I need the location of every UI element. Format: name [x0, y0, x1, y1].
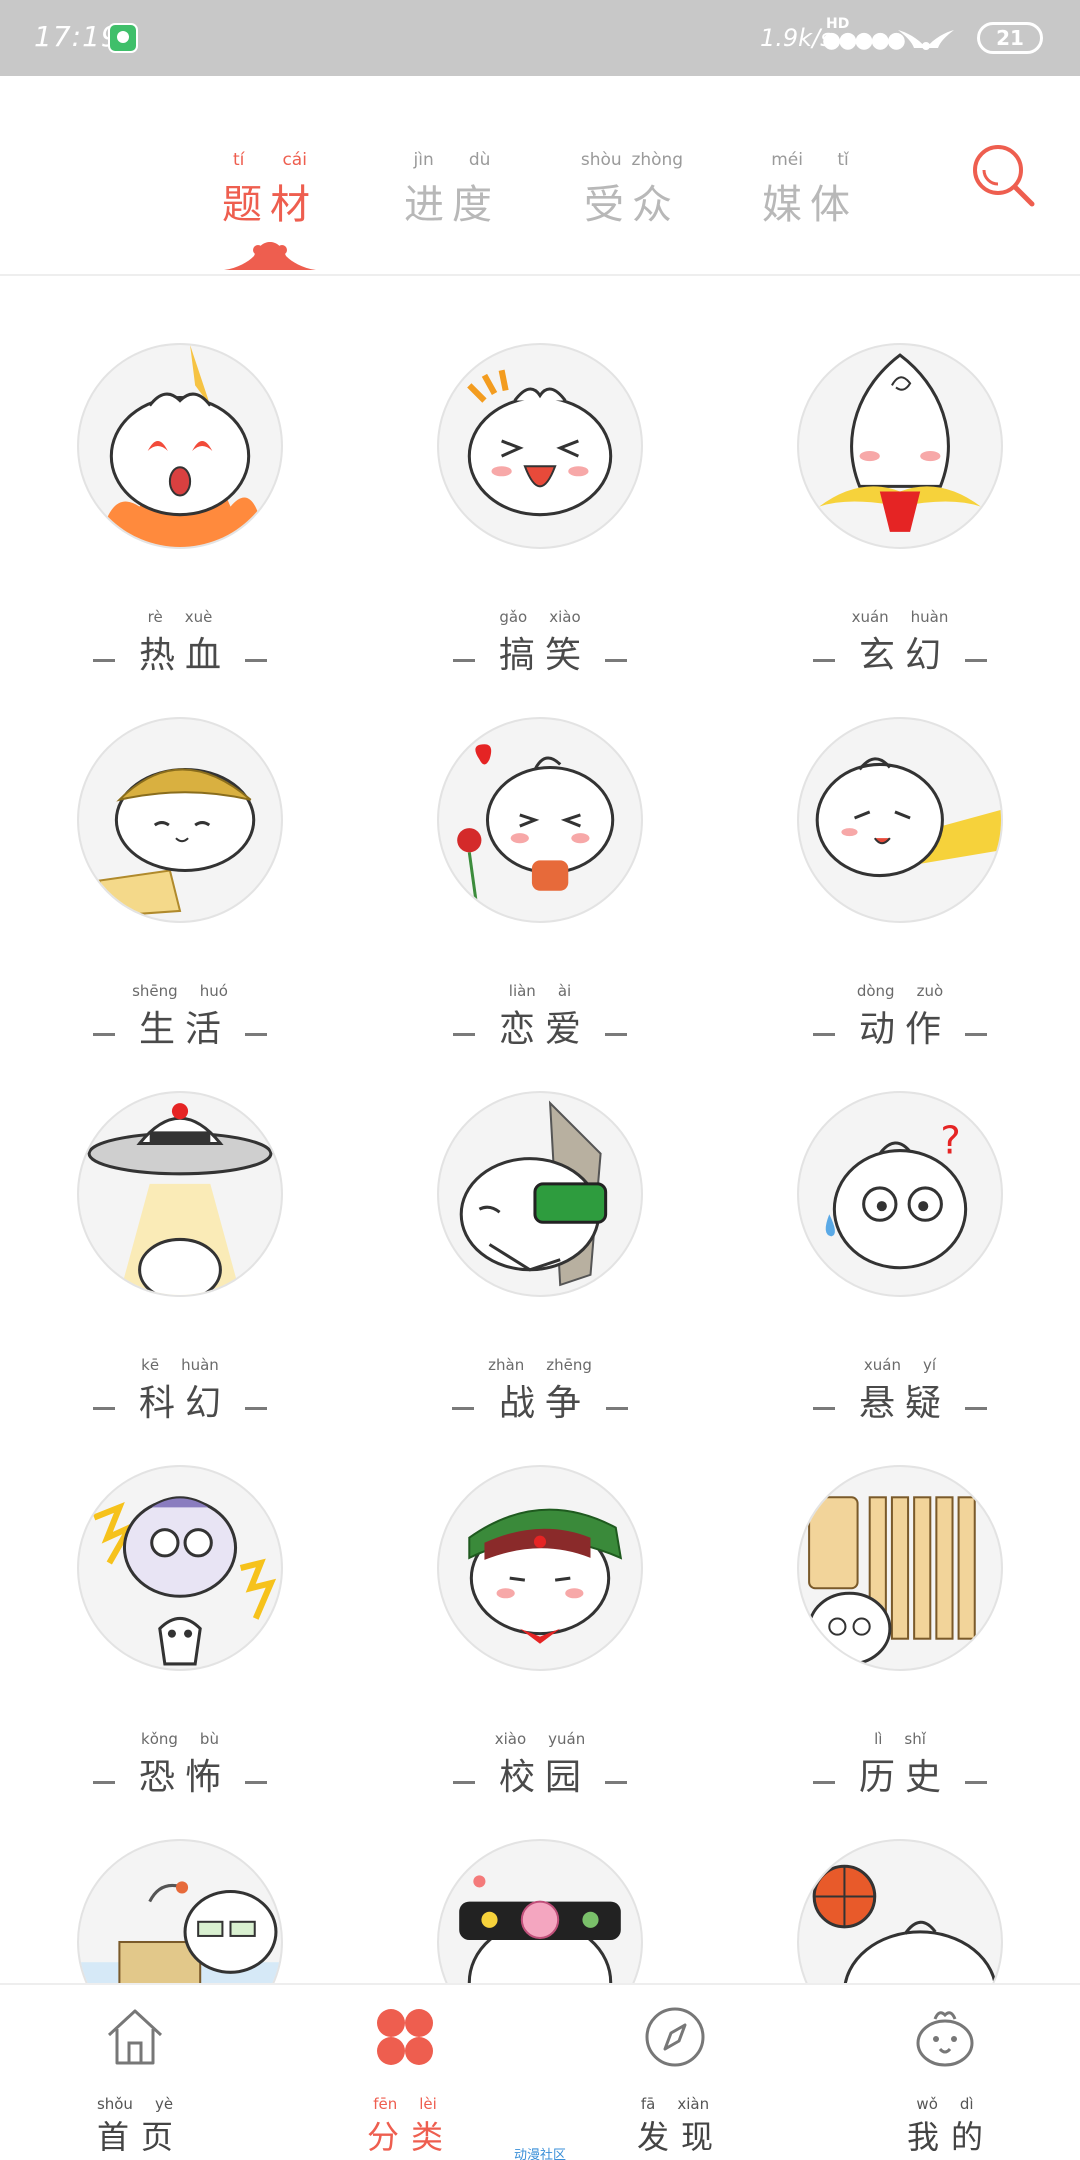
category-pinyin: xuè	[184, 608, 213, 626]
category-pinyin: gǎo	[499, 608, 528, 626]
category-pinyin: rè	[147, 608, 163, 626]
profile-icon	[916, 2011, 974, 2067]
nav-pinyin: lèi	[419, 2095, 437, 2113]
action-avatar	[797, 717, 1003, 923]
community-link[interactable]: 动漫社区	[0, 2144, 1080, 2160]
category-action[interactable]: dòng zuò 动作	[720, 652, 1080, 1050]
battery-indicator: 21	[977, 22, 1043, 54]
tab-audience[interactable]: shòu zhòng 受众	[576, 150, 688, 230]
hot-blood-avatar	[77, 343, 283, 549]
tab-progress[interactable]: jìn dù 进度	[396, 150, 508, 230]
status-time: 17:19	[34, 20, 120, 53]
tab-label: 媒体	[762, 182, 858, 228]
active-tab-indicator	[224, 242, 316, 270]
nav-pinyin: dì	[959, 2095, 974, 2113]
category-pinyin: shǐ	[904, 1730, 926, 1748]
campus-avatar	[437, 1465, 643, 1671]
mystery-avatar: ?	[797, 1091, 1003, 1297]
tab-label: 题材	[222, 182, 318, 228]
category-pinyin: huàn	[910, 608, 949, 626]
status-bar: 17:19 1.9k/s HD ●●●●● 21	[0, 0, 1080, 76]
category-pinyin: xiào	[494, 1730, 527, 1748]
category-campus[interactable]: xiào yuán 校园	[360, 1400, 720, 1798]
category-pinyin: bù	[199, 1730, 219, 1748]
category-pinyin: zhēng	[546, 1356, 592, 1374]
nav-discover[interactable]: fā xiàn 发现	[575, 1985, 775, 2160]
category-pinyin: liàn	[508, 982, 536, 1000]
category-history[interactable]: lì shǐ 历史	[720, 1400, 1080, 1798]
category-pinyin: xuán	[851, 608, 889, 626]
scifi-avatar	[77, 1091, 283, 1297]
category-scifi[interactable]: kē huàn 科幻	[0, 1026, 360, 1424]
funny-avatar	[437, 343, 643, 549]
sports-avatar	[797, 1839, 1003, 1983]
category-pinyin: lì	[874, 1730, 883, 1748]
category-mystery[interactable]: ? xuán yí 悬疑	[720, 1026, 1080, 1424]
nav-pinyin: xiàn	[677, 2095, 710, 2113]
tab-pinyin: méi	[771, 150, 803, 170]
history-avatar	[797, 1465, 1003, 1671]
compass-icon	[645, 2007, 705, 2067]
category-sports[interactable]	[720, 1774, 1080, 1983]
tab-pinyin: cái	[282, 150, 307, 170]
category-grid: rè xuè 热血 gǎo xiào 搞笑 xuán huàn 玄幻 shēng h	[0, 278, 1080, 1983]
category-life[interactable]: shēng huó 生活	[0, 652, 360, 1050]
category-pinyin: xiào	[549, 608, 581, 626]
category-war[interactable]: zhàn zhēng 战争	[360, 1026, 720, 1424]
category-pinyin: zhàn	[488, 1356, 525, 1374]
category-pinyin: zuò	[916, 982, 944, 1000]
category-city[interactable]	[0, 1774, 360, 1983]
horror-avatar	[77, 1465, 283, 1671]
nav-pinyin: fēn	[373, 2095, 398, 2113]
tab-pinyin: tí	[233, 150, 245, 170]
category-pinyin: kǒng	[141, 1730, 178, 1748]
tab-pinyin: dù	[468, 150, 491, 170]
tab-label: 进度	[404, 182, 500, 228]
category-pinyin: huó	[199, 982, 228, 1000]
ancient-avatar	[437, 1839, 643, 1983]
category-horror[interactable]: kǒng bù 恐怖	[0, 1400, 360, 1798]
category-pinyin: xuán	[863, 1356, 902, 1374]
nav-pinyin: wǒ	[916, 2095, 938, 2113]
category-pinyin: yuán	[548, 1730, 586, 1748]
tab-media[interactable]: méi tǐ 媒体	[754, 150, 866, 230]
search-icon[interactable]	[970, 142, 1036, 208]
nav-home[interactable]: shǒu yè 首页	[35, 1985, 235, 2160]
nav-pinyin: shǒu	[96, 2095, 133, 2113]
romance-avatar	[437, 717, 643, 923]
app-notification-icon	[108, 23, 138, 53]
nav-category[interactable]: fēn lèi 分类	[305, 1985, 505, 2160]
top-tab-bar: tí cái 题材 jìn dù 进度 shòu zhòng 受众 méi tǐ 媒体	[0, 76, 1080, 276]
city-avatar	[77, 1839, 283, 1983]
tab-pinyin: shòu	[580, 150, 622, 170]
category-ancient[interactable]	[360, 1774, 720, 1983]
category-pinyin: ài	[557, 982, 572, 1000]
home-icon	[107, 2009, 163, 2065]
tab-pinyin: jìn	[413, 150, 434, 170]
nav-profile[interactable]: wǒ dì 我的	[845, 1985, 1045, 2160]
tab-pinyin: tǐ	[837, 150, 849, 170]
fantasy-avatar	[797, 343, 1003, 549]
category-pinyin: dòng	[856, 982, 895, 1000]
tab-label: 受众	[584, 182, 680, 228]
war-avatar	[437, 1091, 643, 1297]
tab-subject[interactable]: tí cái 题材	[214, 150, 326, 230]
category-romance[interactable]: liàn ài 恋爱	[360, 652, 720, 1050]
category-hot-blood[interactable]: rè xuè 热血	[0, 278, 360, 676]
tab-pinyin: zhòng	[631, 150, 684, 170]
nav-pinyin: yè	[154, 2095, 174, 2113]
wifi-wings-icon	[898, 30, 954, 50]
category-pinyin: shēng	[132, 982, 178, 1000]
category-pinyin: huàn	[181, 1356, 219, 1374]
life-avatar	[77, 717, 283, 923]
category-funny[interactable]: gǎo xiào 搞笑	[360, 278, 720, 676]
category-icon	[377, 2009, 433, 2065]
svg-text:?: ?	[940, 1119, 960, 1164]
signal-dots-icon: ●●●●●	[822, 28, 906, 53]
category-pinyin: yí	[923, 1356, 937, 1374]
category-fantasy[interactable]: xuán huàn 玄幻	[720, 278, 1080, 676]
category-pinyin: kē	[141, 1356, 160, 1374]
bottom-nav-bar: shǒu yè 首页 fēn lèi 分类 fā xiàn 发现 wǒ dì 我…	[0, 1983, 1080, 2160]
nav-pinyin: fā	[640, 2095, 656, 2113]
